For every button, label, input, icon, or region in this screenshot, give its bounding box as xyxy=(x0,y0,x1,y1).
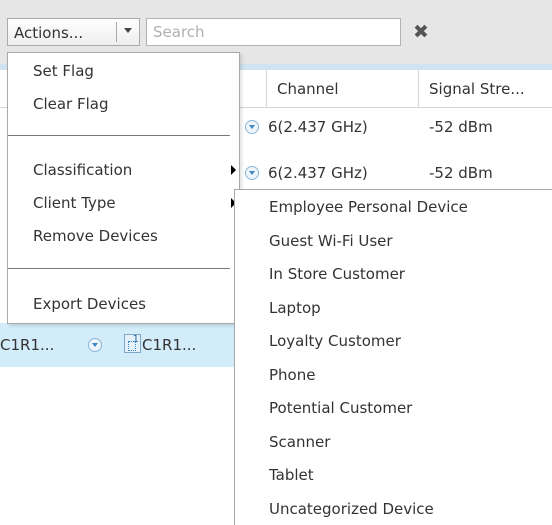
submenu-item-phone[interactable]: Phone xyxy=(235,358,551,392)
submenu-item-tablet[interactable]: Tablet xyxy=(235,458,551,492)
column-header-channel[interactable]: Channel xyxy=(266,70,418,108)
menu-item-clear-flag[interactable]: Clear Flag xyxy=(8,91,239,117)
actions-button-label: Actions... xyxy=(14,24,84,42)
submenu-item-potential-customer[interactable]: Potential Customer xyxy=(235,391,551,425)
submenu-item-uncategorized-device[interactable]: Uncategorized Device xyxy=(235,492,551,525)
submenu-item-employee-personal-device[interactable]: Employee Personal Device xyxy=(235,190,551,224)
submenu-item-scanner[interactable]: Scanner xyxy=(235,425,551,459)
column-header-signal-strength[interactable]: Signal Stre... xyxy=(418,70,552,108)
submenu-item-guest-wifi-user[interactable]: Guest Wi-Fi User xyxy=(235,224,551,258)
cell-signal-strength: -52 dBm xyxy=(429,118,493,136)
menu-separator xyxy=(8,135,230,136)
expand-circle-icon[interactable] xyxy=(245,166,259,180)
submenu-item-laptop[interactable]: Laptop xyxy=(235,291,551,325)
cell-location: C1R1... xyxy=(0,336,55,354)
menu-separator xyxy=(8,268,230,269)
menu-item-remove-devices[interactable]: Remove Devices xyxy=(8,223,239,249)
chevron-down-icon[interactable] xyxy=(124,28,132,33)
search-input[interactable] xyxy=(146,18,401,46)
device-grid-view: Actions... ✖ Channel Signal Stre... 6(2.… xyxy=(0,0,552,525)
menu-item-set-flag[interactable]: Set Flag xyxy=(8,58,239,84)
actions-button-divider xyxy=(116,22,117,42)
expand-circle-icon[interactable] xyxy=(245,120,259,134)
expand-circle-icon[interactable] xyxy=(88,338,102,352)
cell-location-2: C1R1... xyxy=(142,336,197,354)
submenu-item-in-store-customer[interactable]: In Store Customer xyxy=(235,257,551,291)
chevron-right-icon xyxy=(231,165,236,175)
actions-dropdown-button[interactable]: Actions... xyxy=(7,18,140,46)
actions-menu: Set Flag Clear Flag Classification Clien… xyxy=(7,52,240,324)
submenu-item-loyalty-customer[interactable]: Loyalty Customer xyxy=(235,324,551,358)
close-icon[interactable]: ✖ xyxy=(410,20,432,44)
menu-item-label: Classification xyxy=(33,161,133,179)
cell-channel: 6(2.437 GHz) xyxy=(268,118,368,136)
cell-channel: 6(2.437 GHz) xyxy=(268,164,368,182)
menu-item-label: Client Type xyxy=(33,194,116,212)
cell-signal-strength: -52 dBm xyxy=(429,164,493,182)
menu-item-client-type[interactable]: Client Type xyxy=(8,190,239,216)
floor-map-icon: 1 xyxy=(124,334,141,353)
menu-item-classification[interactable]: Classification xyxy=(8,157,239,183)
client-type-submenu: Employee Personal Device Guest Wi-Fi Use… xyxy=(234,189,552,525)
menu-item-export-devices[interactable]: Export Devices xyxy=(8,291,239,317)
